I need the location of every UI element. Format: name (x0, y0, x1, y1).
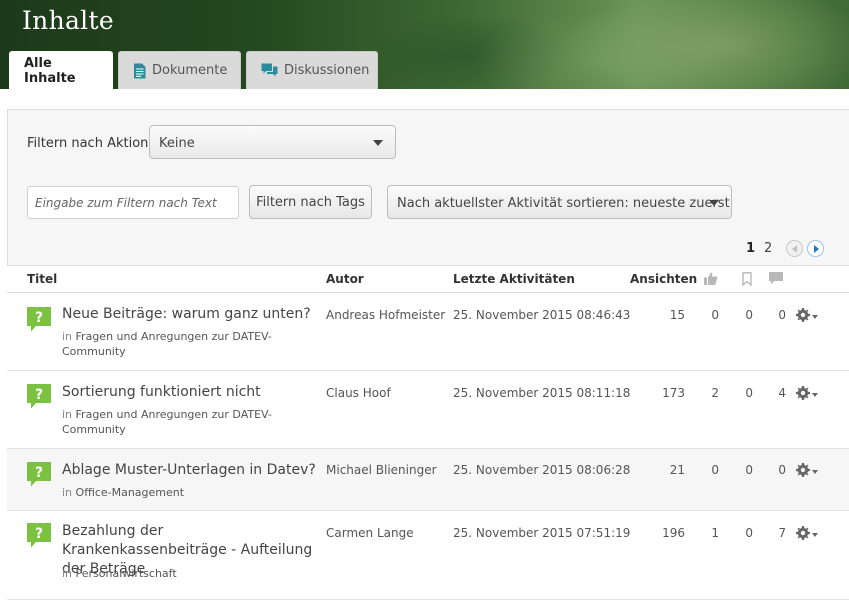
sort-select[interactable]: Nach aktuellster Aktivität sortieren: ne… (387, 185, 732, 219)
row-views: 173 (662, 386, 685, 400)
tab-label: Alle Inhalte (24, 55, 76, 86)
row-location-prefix: in (62, 408, 73, 421)
row-title-link[interactable]: Neue Beiträge: warum ganz unten? (62, 305, 320, 324)
row-date: 25. November 2015 07:51:19 (453, 526, 631, 540)
row-location: in Office-Management (62, 485, 287, 500)
page-title: Inhalte (22, 6, 114, 35)
row-comments: 0 (778, 308, 786, 322)
table-header: Titel Autor Letzte Aktivitäten Ansichten (7, 265, 849, 293)
header-banner: Inhalte Alle Inhalte Dokumente Diskussio… (0, 0, 849, 89)
page-1-link[interactable]: 1 (746, 241, 755, 256)
tab-label: Diskussionen (284, 63, 370, 78)
tab-label: Dokumente (152, 63, 228, 78)
table-row: ? Ablage Muster-Unterlagen in Datev? in … (7, 449, 849, 511)
comment-icon[interactable] (768, 271, 784, 290)
svg-text:?: ? (35, 526, 43, 542)
row-actions-button[interactable] (796, 525, 818, 544)
table-row: ? Sortierung funktioniert nicht in Frage… (7, 371, 849, 449)
tab-all-content[interactable]: Alle Inhalte (9, 51, 113, 89)
row-comments: 4 (778, 386, 786, 400)
chevron-down-icon (812, 469, 818, 474)
gear-icon (796, 385, 810, 404)
row-title-link[interactable]: Ablage Muster-Unterlagen in Datev? (62, 461, 320, 480)
row-bookmarks: 0 (745, 526, 753, 540)
row-date: 25. November 2015 08:46:43 (453, 308, 631, 322)
row-comments: 7 (778, 526, 786, 540)
chevron-down-icon (812, 314, 818, 319)
row-author-link[interactable]: Michael Blieninger (326, 463, 437, 477)
row-location-link[interactable]: Personalwirtschaft (76, 567, 177, 580)
table-row: ? Neue Beiträge: warum ganz unten? in Fr… (7, 293, 849, 371)
column-header-author[interactable]: Autor (326, 272, 364, 286)
row-views: 15 (669, 308, 685, 322)
filter-action-select[interactable]: Keine (149, 125, 396, 159)
tab-documents[interactable]: Dokumente (118, 51, 241, 89)
question-icon: ? (27, 384, 51, 413)
filter-action-value: Keine (159, 136, 195, 151)
chevron-down-icon (373, 140, 383, 146)
question-icon: ? (27, 462, 51, 491)
page-2-link[interactable]: 2 (764, 241, 772, 256)
next-page-button[interactable] (807, 240, 824, 257)
column-header-activity[interactable]: Letzte Aktivitäten (453, 272, 575, 286)
row-actions-button[interactable] (796, 385, 818, 404)
filter-action-label: Filtern nach Aktion: (27, 136, 153, 151)
chevron-down-icon (812, 532, 818, 537)
row-date: 25. November 2015 08:06:28 (453, 463, 631, 477)
question-icon: ? (27, 307, 51, 336)
row-actions-button[interactable] (796, 462, 818, 481)
row-location: in Fragen und Anregungen zur DATEV-Commu… (62, 329, 287, 359)
svg-text:?: ? (35, 310, 43, 326)
row-location: in Fragen und Anregungen zur DATEV-Commu… (62, 407, 287, 437)
row-likes: 2 (711, 386, 719, 400)
row-comments: 0 (778, 463, 786, 477)
row-author-link[interactable]: Claus Hoof (326, 386, 391, 400)
row-bookmarks: 0 (745, 308, 753, 322)
row-location-link[interactable]: Fragen und Anregungen zur DATEV-Communit… (62, 330, 272, 358)
svg-text:?: ? (35, 387, 43, 403)
gear-icon (796, 462, 810, 481)
row-author-link[interactable]: Andreas Hofmeister (326, 308, 445, 322)
row-location-prefix: in (62, 330, 73, 343)
question-icon: ? (27, 523, 51, 552)
row-views: 21 (669, 463, 685, 477)
row-location-prefix: in (62, 567, 73, 580)
row-likes: 0 (711, 463, 719, 477)
previous-page-button[interactable] (786, 240, 803, 257)
gear-icon (796, 307, 810, 326)
row-location-link[interactable]: Office-Management (76, 486, 185, 499)
row-title-link[interactable]: Sortierung funktioniert nicht (62, 383, 320, 402)
arrow-right-icon (814, 245, 819, 253)
column-header-views[interactable]: Ansichten (630, 272, 697, 286)
row-location-prefix: in (62, 486, 73, 499)
row-views: 196 (662, 526, 685, 540)
chevron-down-icon (812, 392, 818, 397)
thumbs-up-icon[interactable] (703, 271, 718, 290)
discussion-icon (261, 63, 278, 78)
row-likes: 0 (711, 308, 719, 322)
document-icon (133, 63, 146, 79)
bookmark-icon[interactable] (742, 271, 752, 290)
tab-discussions[interactable]: Diskussionen (246, 51, 378, 89)
row-bookmarks: 0 (745, 386, 753, 400)
gear-icon (796, 525, 810, 544)
svg-text:?: ? (35, 465, 43, 481)
row-bookmarks: 0 (745, 463, 753, 477)
content-tabs: Alle Inhalte Dokumente Diskussionen (9, 51, 378, 89)
chevron-down-icon (709, 200, 719, 206)
row-likes: 1 (711, 526, 719, 540)
filter-tags-button[interactable]: Filtern nach Tags (249, 185, 372, 219)
column-header-title[interactable]: Titel (27, 272, 57, 286)
row-date: 25. November 2015 08:11:18 (453, 386, 631, 400)
filter-text-input[interactable] (27, 186, 239, 219)
row-location-link[interactable]: Fragen und Anregungen zur DATEV-Communit… (62, 408, 272, 436)
table-row: ? Bezahlung der Krankenkassenbeiträge - … (7, 511, 849, 600)
row-actions-button[interactable] (796, 307, 818, 326)
row-location: in Personalwirtschaft (62, 566, 287, 581)
arrow-left-icon (792, 245, 797, 253)
sort-value: Nach aktuellster Aktivität sortieren: ne… (397, 196, 730, 211)
row-author-link[interactable]: Carmen Lange (326, 526, 414, 540)
